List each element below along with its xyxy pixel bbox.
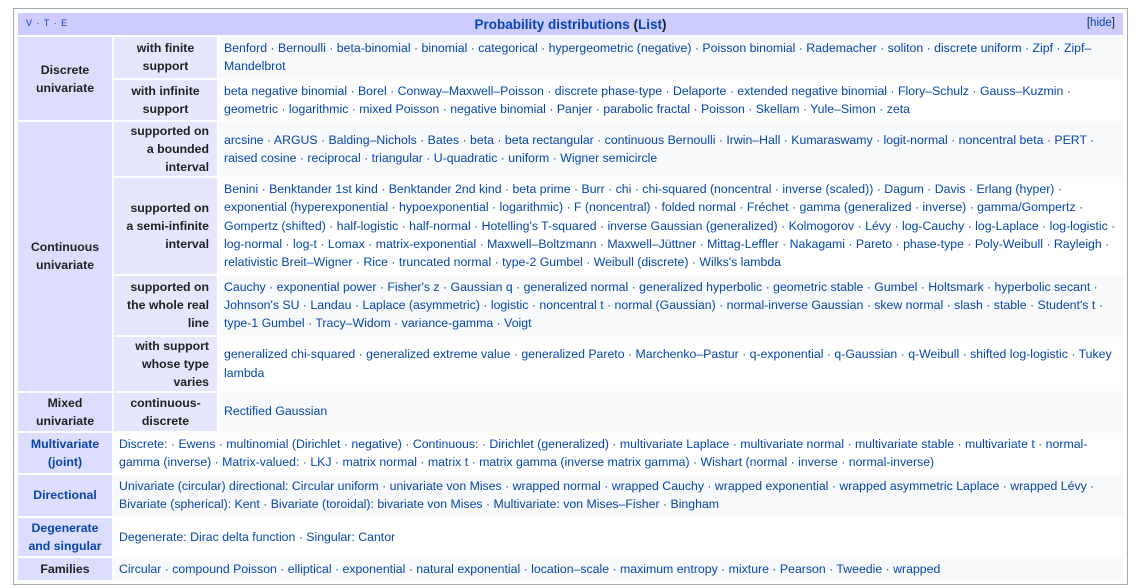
list-infinite-support-text[interactable]: beta negative binomial · Borel · Conway–… (224, 84, 1071, 116)
list-continuous-discrete: Rectified Gaussian (219, 392, 1123, 431)
list-families-text[interactable]: Circular · compound Poisson · elliptical… (119, 562, 940, 576)
subgroup-support-varies: with support whose type varies (114, 336, 217, 391)
navbox-title[interactable]: Probability distributions (474, 17, 629, 32)
list-multivariate-text[interactable]: Discrete: · Ewens · multinomial (Dirichl… (119, 437, 1087, 469)
group-families: Families (18, 557, 112, 581)
list-multivariate: Discrete: · Ewens · multinomial (Dirichl… (114, 432, 1123, 474)
list-bounded-interval-text[interactable]: arcsine · ARGUS · Balding–Nichols · Bate… (224, 133, 1094, 165)
list-link[interactable]: List (638, 17, 662, 32)
list-families: Circular · compound Poisson · elliptical… (114, 557, 1123, 581)
group-mixed-univariate: Mixed univariate (18, 392, 112, 431)
subgroup-continuous-discrete: continuous-discrete (114, 392, 217, 431)
navbox-table: V · T · E Probability distributions (Lis… (16, 11, 1125, 582)
list-support-varies-text[interactable]: generalized chi-squared · generalized ex… (224, 347, 1112, 379)
probability-distributions-navbox: V · T · E Probability distributions (Lis… (13, 8, 1128, 586)
list-finite-support: Benford · Bernoulli · beta-binomial · bi… (219, 37, 1123, 78)
vte-links[interactable]: V · T · E (26, 18, 68, 28)
hide-link[interactable]: hide (1090, 17, 1112, 29)
list-directional-text[interactable]: Univariate (circular) directional: Circu… (119, 479, 1094, 511)
group-directional[interactable]: Directional (18, 475, 112, 516)
list-support-varies: generalized chi-squared · generalized ex… (219, 336, 1123, 391)
list-bounded-interval: arcsine · ARGUS · Balding–Nichols · Bate… (219, 122, 1123, 177)
subgroup-finite-support: with finite support (114, 37, 217, 78)
list-finite-support-text[interactable]: Benford · Bernoulli · beta-binomial · bi… (224, 41, 1091, 73)
subgroup-whole-real-line: supported on the whole real line (114, 275, 217, 335)
list-degenerate: Degenerate: Dirac delta function · Singu… (114, 517, 1123, 556)
navbox-title-bar: V · T · E Probability distributions (Lis… (18, 13, 1123, 35)
group-multivariate-joint[interactable]: Multivariate (joint) (18, 432, 112, 474)
list-semi-infinite-interval: Benini · Benktander 1st kind · Benktande… (219, 178, 1123, 274)
rectified-gaussian-link[interactable]: Rectified Gaussian (224, 404, 327, 418)
subgroup-bounded-interval: supported on a bounded interval (114, 122, 217, 177)
subgroup-infinite-support: with infinite support (114, 79, 217, 121)
group-discrete-univariate: Discrete univariate (18, 37, 112, 121)
list-infinite-support: beta negative binomial · Borel · Conway–… (219, 79, 1123, 121)
list-semi-infinite-interval-text[interactable]: Benini · Benktander 1st kind · Benktande… (224, 182, 1115, 269)
list-whole-real-line-text[interactable]: Cauchy · exponential power · Fisher's z … (224, 280, 1103, 331)
list-directional: Univariate (circular) directional: Circu… (114, 475, 1123, 516)
list-whole-real-line: Cauchy · exponential power · Fisher's z … (219, 275, 1123, 335)
hide-toggle[interactable]: [hide] (1087, 17, 1115, 29)
group-continuous-univariate: Continuous univariate (18, 122, 112, 391)
group-degenerate-singular[interactable]: Degenerate and singular (18, 517, 112, 556)
subgroup-semi-infinite-interval: supported on a semi-infinite interval (114, 178, 217, 274)
list-degenerate-text[interactable]: Degenerate: Dirac delta function · Singu… (119, 530, 395, 544)
